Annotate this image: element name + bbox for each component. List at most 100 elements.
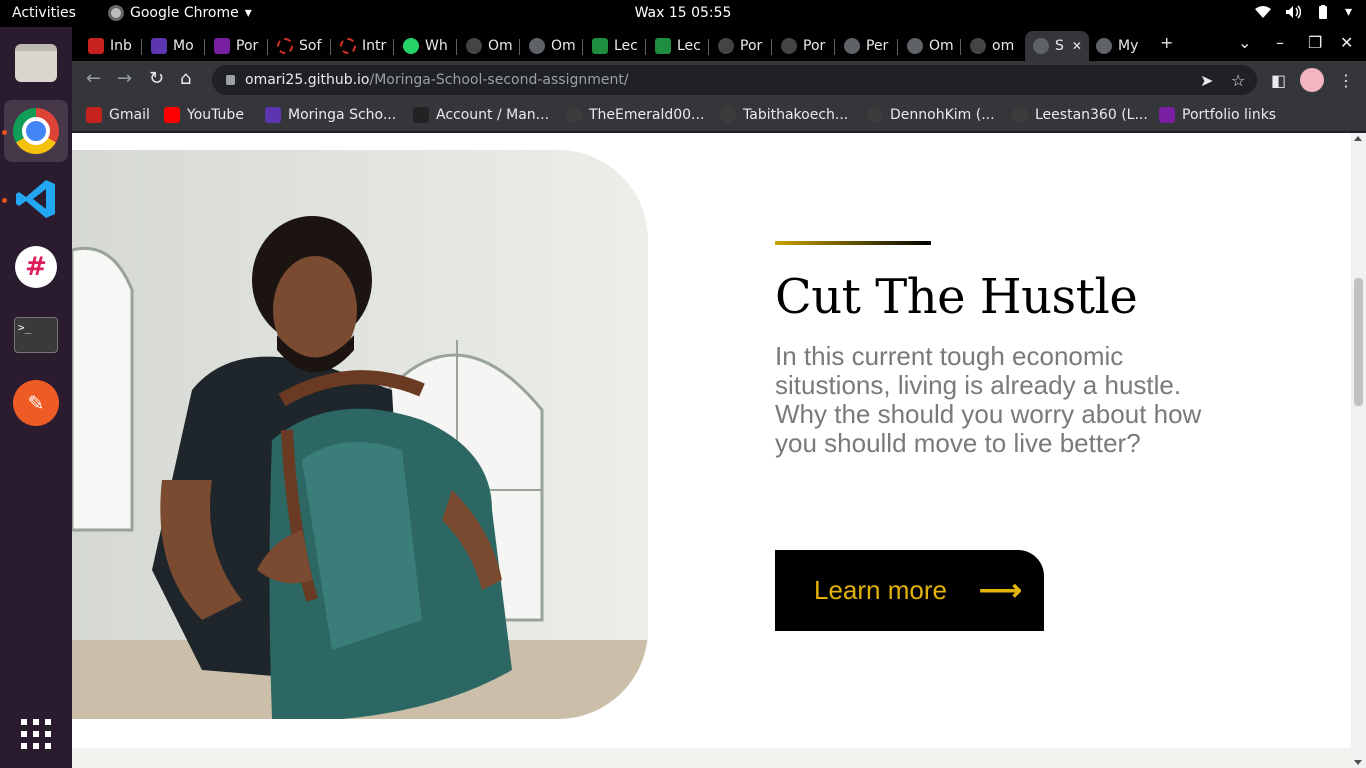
address-bar[interactable]: omari25.github.io/Moringa-School-second-… (212, 65, 1257, 95)
dock-postman[interactable]: ✎ (4, 372, 68, 434)
bookmark-item[interactable]: Gmail (86, 107, 150, 123)
send-tab-icon[interactable]: ➤ (1200, 71, 1213, 90)
terminal-icon: >_ (14, 317, 58, 353)
ring-icon (340, 38, 356, 54)
tab-separator (393, 39, 394, 55)
dock-vscode[interactable] (4, 168, 68, 230)
tab[interactable]: Mo (143, 31, 203, 61)
youtube-icon (164, 107, 180, 123)
github-icon (867, 107, 883, 123)
tab-separator (141, 39, 142, 55)
tab[interactable]: Om (458, 31, 518, 61)
tab-label: Por (236, 38, 259, 54)
show-applications-button[interactable] (4, 703, 68, 765)
chevron-down-icon: ▾ (244, 5, 252, 21)
close-tab-icon[interactable]: ✕ (1072, 39, 1082, 53)
postman-icon: ✎ (13, 380, 59, 426)
close-window-button[interactable]: ✕ (1340, 33, 1353, 52)
bookmark-label: Gmail (109, 107, 150, 123)
page-viewport: Cut The Hustle In this current tough eco… (72, 133, 1366, 768)
tab-label: My (1118, 38, 1139, 54)
tab-search-icon[interactable]: ⌄ (1238, 33, 1251, 52)
tab-label: S (1055, 38, 1064, 54)
bookmark-label: DennohKim (... (890, 107, 995, 123)
back-button[interactable]: ← (86, 70, 101, 88)
page-blurb: In this current tough economic situstion… (775, 341, 1202, 458)
clock[interactable]: Wax 15 05:55 (635, 5, 732, 21)
tab[interactable]: Por (773, 31, 833, 61)
tab-label: Om (551, 38, 576, 54)
tab[interactable]: Intr (332, 31, 392, 61)
gmail-icon (88, 38, 104, 54)
tab-label: Por (740, 38, 763, 54)
side-panel-icon[interactable]: ◧ (1271, 71, 1286, 90)
tab-separator (204, 39, 205, 55)
url-path: /Moringa-School-second-assignment/ (369, 72, 629, 88)
forms-icon (1159, 107, 1175, 123)
tab[interactable]: Por (710, 31, 770, 61)
maximize-button[interactable]: ❐ (1308, 33, 1322, 52)
scroll-up-icon[interactable] (1354, 136, 1362, 141)
github-icon (781, 38, 797, 54)
system-top-bar: Activities Google Chrome ▾ Wax 15 05:55 … (0, 0, 1366, 27)
scrollbar-thumb[interactable] (1354, 278, 1363, 406)
tab-label: Wh (425, 38, 448, 54)
dock-terminal[interactable]: >_ (4, 304, 68, 366)
bookmark-item[interactable]: YouTube (164, 107, 244, 123)
home-button[interactable]: ⌂ (180, 70, 191, 88)
page-scrollbar[interactable] (1351, 133, 1366, 768)
forward-button[interactable]: → (117, 70, 132, 88)
tab-separator (771, 39, 772, 55)
chevron-down-icon: ▾ (1344, 4, 1352, 20)
bookmark-item[interactable]: Portfolio links (1159, 107, 1276, 123)
app-menu[interactable]: Google Chrome ▾ (108, 5, 252, 21)
tab-separator (582, 39, 583, 55)
gmail-icon (86, 107, 102, 123)
reload-button[interactable]: ↻ (149, 70, 164, 88)
tab[interactable]: Lec (584, 31, 644, 61)
battery-icon (1318, 5, 1327, 19)
tab[interactable]: Wh (395, 31, 455, 61)
activities-button[interactable]: Activities (12, 5, 76, 21)
dock-slack[interactable]: # (4, 236, 68, 298)
menu-kebab-icon[interactable]: ⋮ (1338, 71, 1354, 90)
tab[interactable]: Om (521, 31, 581, 61)
github-icon (566, 107, 582, 123)
bookmark-item[interactable]: Account / Man... (413, 107, 549, 123)
bookmark-item[interactable]: Moringa Scho... (265, 107, 396, 123)
tab[interactable]: My (1088, 31, 1148, 61)
profile-avatar[interactable] (1300, 68, 1324, 92)
learn-more-button[interactable]: Learn more ⟶ (775, 550, 1044, 631)
dock-chrome[interactable] (4, 100, 68, 162)
tab[interactable]: S ✕ (1025, 31, 1089, 61)
tab[interactable]: Per (836, 31, 896, 61)
bookmark-item[interactable]: TheEmerald00... (566, 107, 704, 123)
tab-label: Lec (614, 38, 638, 54)
bookmark-item[interactable]: Tabithakoech... (720, 107, 848, 123)
tab[interactable]: Om (899, 31, 959, 61)
bookmark-star-icon[interactable]: ☆ (1231, 71, 1245, 90)
tab[interactable]: om (962, 31, 1022, 61)
system-tray[interactable]: ▾ (1254, 4, 1352, 20)
dock-files[interactable] (4, 32, 68, 94)
bookmark-item[interactable]: Leestan360 (L... (1012, 107, 1148, 123)
bookmark-item[interactable]: DennohKim (... (867, 107, 995, 123)
tab-separator (267, 39, 268, 55)
scroll-down-icon[interactable] (1354, 760, 1362, 765)
tab-separator (708, 39, 709, 55)
tab-separator (330, 39, 331, 55)
slash-icon (413, 107, 429, 123)
new-tab-button[interactable]: + (1160, 33, 1173, 52)
bookmarks-bar: Gmail YouTube Moringa Scho... Account / Man… (72, 99, 1366, 132)
tab-separator (897, 39, 898, 55)
tab[interactable]: Inb (80, 31, 140, 61)
drive-icon (592, 38, 608, 54)
page-headline: Cut The Hustle (775, 269, 1138, 325)
volume-icon (1285, 5, 1301, 19)
tab-separator (519, 39, 520, 55)
tab[interactable]: Sof (269, 31, 329, 61)
tab[interactable]: Lec (647, 31, 707, 61)
github-icon (1012, 107, 1028, 123)
tab[interactable]: Por (206, 31, 266, 61)
minimize-button[interactable]: – (1276, 33, 1284, 52)
